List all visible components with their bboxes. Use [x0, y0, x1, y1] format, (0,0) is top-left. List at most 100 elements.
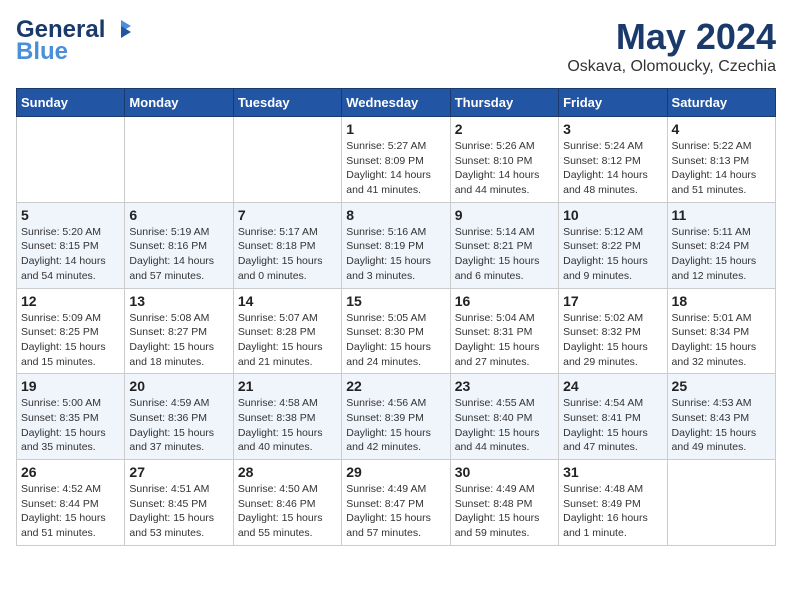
cell-info-text: Sunrise: 5:08 AM — [129, 311, 228, 326]
cell-info-text: Sunrise: 4:51 AM — [129, 482, 228, 497]
calendar-cell: 3Sunrise: 5:24 AMSunset: 8:12 PMDaylight… — [559, 117, 667, 203]
month-title: May 2024 — [567, 16, 776, 58]
cell-info-text: Daylight: 15 hours and 49 minutes. — [672, 426, 771, 455]
cell-info-text: Daylight: 14 hours and 44 minutes. — [455, 168, 554, 197]
calendar-cell: 4 Sunrise: 5:22 AMSunset: 8:13 PMDaylight… — [667, 117, 775, 203]
cell-info-text: Sunset: 8:32 PM — [563, 325, 662, 340]
cell-info-text: Sunrise: 5:09 AM — [21, 311, 120, 326]
cell-info-text: Sunrise: 5:14 AM — [455, 225, 554, 240]
cell-info-text: Sunrise: 5:02 AM — [563, 311, 662, 326]
cell-info-text: Sunrise: 5:22 AM — [672, 139, 771, 154]
calendar-cell: 7Sunrise: 5:17 AMSunset: 8:18 PMDaylight… — [233, 202, 341, 288]
calendar-week-row: 26Sunrise: 4:52 AMSunset: 8:44 PMDayligh… — [17, 460, 776, 546]
cell-info-text: Daylight: 15 hours and 32 minutes. — [672, 340, 771, 369]
calendar-cell: 12Sunrise: 5:09 AMSunset: 8:25 PMDayligh… — [17, 288, 125, 374]
cell-info-text: Daylight: 15 hours and 21 minutes. — [238, 340, 337, 369]
cell-info-text: Daylight: 15 hours and 37 minutes. — [129, 426, 228, 455]
calendar-cell: 15Sunrise: 5:05 AMSunset: 8:30 PMDayligh… — [342, 288, 450, 374]
calendar-cell: 26Sunrise: 4:52 AMSunset: 8:44 PMDayligh… — [17, 460, 125, 546]
calendar-cell: 5Sunrise: 5:20 AMSunset: 8:15 PMDaylight… — [17, 202, 125, 288]
cell-info-text: Daylight: 15 hours and 59 minutes. — [455, 511, 554, 540]
calendar-cell: 31Sunrise: 4:48 AMSunset: 8:49 PMDayligh… — [559, 460, 667, 546]
cell-info-text: Sunset: 8:38 PM — [238, 411, 337, 426]
calendar-week-row: 19Sunrise: 5:00 AMSunset: 8:35 PMDayligh… — [17, 374, 776, 460]
cell-info-text: Daylight: 14 hours and 48 minutes. — [563, 168, 662, 197]
logo-blue-text: Blue — [16, 38, 68, 66]
cell-info-text: Sunrise: 5:27 AM — [346, 139, 445, 154]
cell-info-text: Sunrise: 5:19 AM — [129, 225, 228, 240]
day-number: 4 — [672, 121, 771, 137]
cell-info-text: Sunset: 8:36 PM — [129, 411, 228, 426]
cell-info-text: Daylight: 14 hours and 51 minutes. — [672, 168, 771, 197]
location-subtitle: Oskava, Olomoucky, Czechia — [567, 58, 776, 76]
cell-info-text: Sunset: 8:22 PM — [563, 239, 662, 254]
calendar-cell: 16Sunrise: 5:04 AMSunset: 8:31 PMDayligh… — [450, 288, 558, 374]
cell-info-text: Daylight: 15 hours and 27 minutes. — [455, 340, 554, 369]
cell-info-text: Sunset: 8:49 PM — [563, 497, 662, 512]
cell-info-text: Sunset: 8:27 PM — [129, 325, 228, 340]
cell-info-text: Sunrise: 5:12 AM — [563, 225, 662, 240]
cell-info-text: Sunset: 8:39 PM — [346, 411, 445, 426]
calendar-cell: 11Sunrise: 5:11 AMSunset: 8:24 PMDayligh… — [667, 202, 775, 288]
cell-info-text: Daylight: 15 hours and 47 minutes. — [563, 426, 662, 455]
day-number: 11 — [672, 207, 771, 223]
calendar-cell: 18Sunrise: 5:01 AMSunset: 8:34 PMDayligh… — [667, 288, 775, 374]
day-number: 3 — [563, 121, 662, 137]
cell-info-text: Sunset: 8:09 PM — [346, 154, 445, 169]
calendar-cell: 2Sunrise: 5:26 AMSunset: 8:10 PMDaylight… — [450, 117, 558, 203]
day-number: 5 — [21, 207, 120, 223]
day-number: 14 — [238, 293, 337, 309]
cell-info-text: Daylight: 15 hours and 53 minutes. — [129, 511, 228, 540]
calendar-cell: 25Sunrise: 4:53 AMSunset: 8:43 PMDayligh… — [667, 374, 775, 460]
day-number: 12 — [21, 293, 120, 309]
cell-info-text: Sunset: 8:28 PM — [238, 325, 337, 340]
cell-info-text: Sunset: 8:41 PM — [563, 411, 662, 426]
cell-info-text: Daylight: 15 hours and 51 minutes. — [21, 511, 120, 540]
cell-info-text: Sunset: 8:34 PM — [672, 325, 771, 340]
cell-info-text: Sunrise: 4:49 AM — [455, 482, 554, 497]
cell-info-text: Sunrise: 5:01 AM — [672, 311, 771, 326]
weekday-header-friday: Friday — [559, 89, 667, 117]
cell-info-text: Daylight: 14 hours and 54 minutes. — [21, 254, 120, 283]
cell-info-text: Sunrise: 5:20 AM — [21, 225, 120, 240]
cell-info-text: Daylight: 15 hours and 3 minutes. — [346, 254, 445, 283]
calendar-week-row: 1Sunrise: 5:27 AMSunset: 8:09 PMDaylight… — [17, 117, 776, 203]
cell-info-text: Sunrise: 5:00 AM — [21, 396, 120, 411]
logo-flag-icon — [107, 16, 135, 44]
calendar-cell: 21Sunrise: 4:58 AMSunset: 8:38 PMDayligh… — [233, 374, 341, 460]
calendar-week-row: 12 Sunrise: 5:09 AMSunset: 8:25 PM Dayligh… — [17, 288, 776, 374]
cell-info-text: Sunset: 8:24 PM — [672, 239, 771, 254]
cell-info-text: Sunset: 8:25 PM — [21, 325, 120, 340]
weekday-header-tuesday: Tuesday — [233, 89, 341, 117]
calendar-table: SundayMondayTuesdayWednesdayThursdayFrid… — [16, 88, 776, 546]
cell-info-text: Sunset: 8:13 PM — [672, 154, 771, 169]
weekday-header-monday: Monday — [125, 89, 233, 117]
cell-info-text: Sunset: 8:18 PM — [238, 239, 337, 254]
calendar-cell: 30Sunrise: 4:49 AMSunset: 8:48 PMDayligh… — [450, 460, 558, 546]
calendar-cell: 6Sunrise: 5:19 AMSunset: 8:16 PMDaylight… — [125, 202, 233, 288]
cell-info-text: Daylight: 15 hours and 42 minutes. — [346, 426, 445, 455]
cell-info-text: Sunset: 8:48 PM — [455, 497, 554, 512]
cell-info-text: Sunset: 8:40 PM — [455, 411, 554, 426]
cell-info-text: Sunset: 8:16 PM — [129, 239, 228, 254]
weekday-header-wednesday: Wednesday — [342, 89, 450, 117]
day-number: 24 — [563, 378, 662, 394]
calendar-cell: 17 Sunrise: 5:02 AMSunset: 8:32 PMDayligh… — [559, 288, 667, 374]
cell-info-text: Sunset: 8:46 PM — [238, 497, 337, 512]
cell-info-text: Daylight: 15 hours and 29 minutes. — [563, 340, 662, 369]
cell-info-text: Sunset: 8:12 PM — [563, 154, 662, 169]
day-number: 31 — [563, 464, 662, 480]
calendar-cell: 14Sunrise: 5:07 AMSunset: 8:28 PMDayligh… — [233, 288, 341, 374]
day-number: 2 — [455, 121, 554, 137]
day-number: 17 — [563, 293, 662, 309]
calendar-cell: 22Sunrise: 4:56 AMSunset: 8:39 PMDayligh… — [342, 374, 450, 460]
weekday-header-sunday: Sunday — [17, 89, 125, 117]
calendar-cell — [667, 460, 775, 546]
calendar-cell: 13Sunrise: 5:08 AMSunset: 8:27 PMDayligh… — [125, 288, 233, 374]
cell-info-text: Sunset: 8:44 PM — [21, 497, 120, 512]
cell-info-text: Sunrise: 4:58 AM — [238, 396, 337, 411]
cell-info-text: Sunrise: 5:11 AM — [672, 225, 771, 240]
weekday-header-saturday: Saturday — [667, 89, 775, 117]
calendar-cell: 8Sunrise: 5:16 AMSunset: 8:19 PMDaylight… — [342, 202, 450, 288]
cell-info-text: Sunrise: 4:48 AM — [563, 482, 662, 497]
